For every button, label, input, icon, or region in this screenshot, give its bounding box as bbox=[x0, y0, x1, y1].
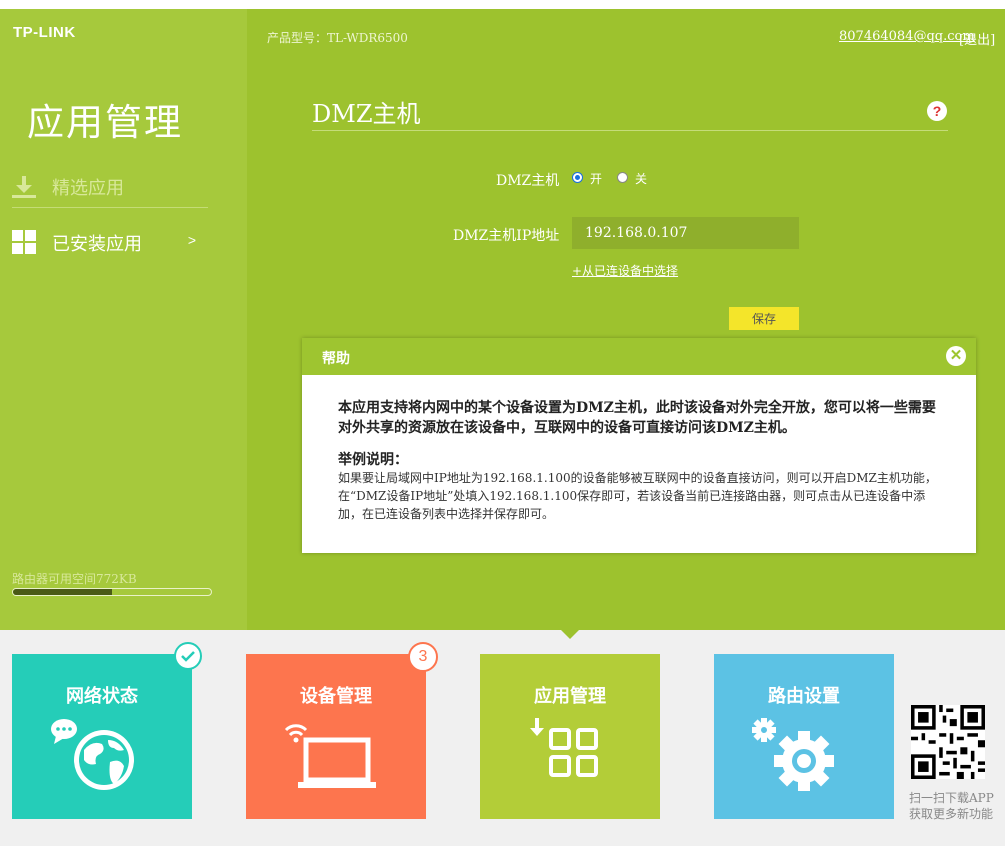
download-icon bbox=[12, 176, 36, 198]
grid-icon bbox=[12, 230, 36, 254]
model-label: 产品型号：TL-WDR6500 bbox=[267, 31, 408, 45]
help-main-text: 本应用支持将内网中的某个设备设置为DMZ主机，此时该设备对外完全开放，您可以将一… bbox=[338, 400, 936, 436]
help-dialog-header: 帮助 ✕ bbox=[302, 338, 976, 375]
title-divider bbox=[312, 130, 948, 131]
help-dialog: 帮助 ✕ 本应用支持将内网中的某个设备设置为DMZ主机，此时该设备对外完全开放，… bbox=[302, 338, 976, 553]
storage-progress-bar bbox=[12, 588, 212, 596]
tile-label: 路由设置 bbox=[768, 686, 840, 707]
help-example-heading: 举例说明： bbox=[338, 452, 408, 468]
apps-grid-icon bbox=[530, 718, 598, 777]
status-ok-badge bbox=[174, 642, 202, 670]
ip-field-label: DMZ主机IP地址 bbox=[453, 228, 560, 244]
tile-label: 网络状态 bbox=[66, 686, 138, 707]
page-title: DMZ主机 bbox=[312, 100, 421, 128]
help-dialog-title: 帮助 bbox=[322, 351, 350, 367]
help-example-text: 如果要让局域网中IP地址为192.168.1.100的设备能够被互联网中的设备直… bbox=[338, 471, 937, 521]
laptop-wifi-icon bbox=[284, 724, 376, 788]
dmz-on-label: 开 bbox=[590, 172, 603, 186]
check-icon bbox=[181, 651, 195, 662]
tile-network-status[interactable]: 网络状态 bbox=[12, 654, 192, 819]
logout-link[interactable]: [退出] bbox=[959, 29, 995, 48]
dmz-ip-input[interactable] bbox=[572, 217, 799, 249]
tile-label: 应用管理 bbox=[534, 686, 606, 707]
sidebar-item-installed-apps[interactable]: 已安装应用 > bbox=[12, 216, 208, 268]
sidebar-item-label: 精选应用 bbox=[52, 178, 124, 199]
save-button[interactable]: 保存 bbox=[729, 307, 799, 330]
tile-label: 设备管理 bbox=[300, 686, 372, 707]
chevron-right-icon: > bbox=[187, 232, 196, 248]
gears-icon bbox=[752, 718, 834, 791]
tp-link-logo: TP-LINK bbox=[13, 24, 76, 41]
dmz-toggle-label: DMZ主机 bbox=[496, 173, 560, 189]
device-count-badge: 3 bbox=[408, 642, 438, 672]
close-icon[interactable]: ✕ bbox=[946, 346, 966, 366]
sidebar-title: 应用管理 bbox=[27, 101, 183, 144]
storage-progress-fill bbox=[13, 589, 112, 595]
tile-device-management[interactable]: 设备管理 bbox=[246, 654, 426, 819]
dmz-off-label: 关 bbox=[635, 172, 648, 186]
dmz-off-radio[interactable] bbox=[617, 172, 628, 183]
sidebar-item-label: 已安装应用 bbox=[52, 234, 142, 255]
storage-label: 路由器可用空间772KB bbox=[12, 572, 137, 586]
globe-chat-icon bbox=[51, 719, 134, 790]
tile-router-settings[interactable]: 路由设置 bbox=[714, 654, 894, 819]
qr-caption: 扫一扫下载APP获取更多新功能 bbox=[909, 791, 994, 821]
tile-app-management[interactable]: 应用管理 bbox=[480, 654, 660, 819]
select-connected-device-link[interactable]: +从已连设备中选择 bbox=[572, 262, 678, 279]
account-link[interactable]: 807464084@qq.com bbox=[839, 29, 975, 44]
active-tile-pointer bbox=[561, 630, 579, 639]
dmz-on-radio[interactable] bbox=[572, 172, 583, 183]
sidebar-item-featured-apps[interactable]: 精选应用 bbox=[12, 160, 208, 212]
sidebar-divider bbox=[12, 207, 208, 208]
top-strip bbox=[0, 0, 1005, 9]
qr-code bbox=[911, 705, 985, 779]
help-icon[interactable]: ? bbox=[927, 101, 947, 121]
